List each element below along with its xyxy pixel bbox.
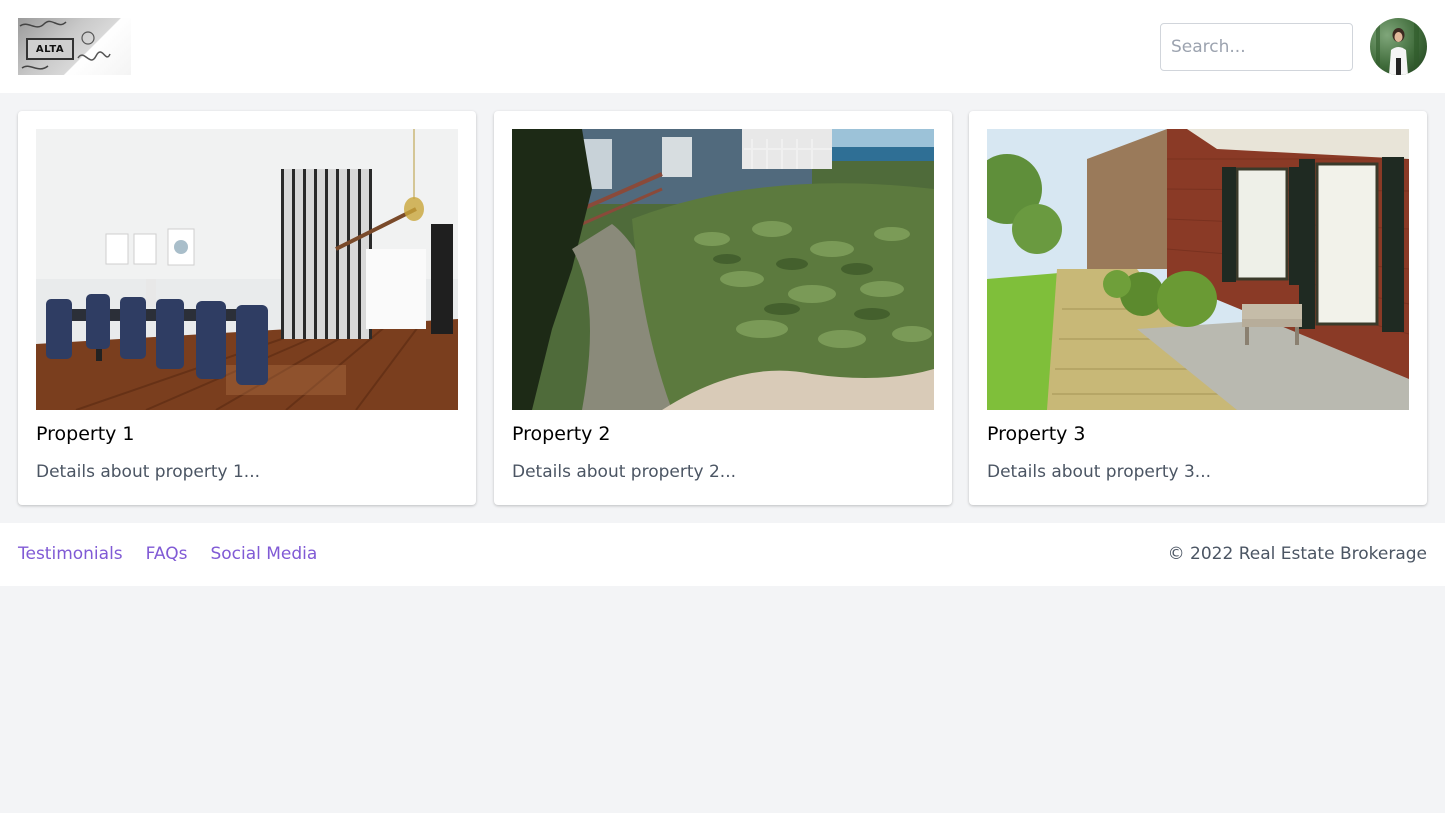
copyright-text: © 2022 Real Estate Brokerage	[1167, 544, 1427, 564]
property-title[interactable]: Property 3	[987, 422, 1086, 446]
footer-nav: Testimonials FAQs Social Media	[18, 543, 317, 565]
property-card[interactable]: Property 3 Details about property 3...	[969, 111, 1427, 505]
property-description: Details about property 1...	[36, 462, 260, 482]
property-image	[512, 129, 934, 410]
property-list: Property 1 Details about property 1... P…	[18, 111, 1427, 505]
property-description: Details about property 2...	[512, 462, 736, 482]
logo[interactable]: ALTA	[18, 18, 131, 75]
search-input[interactable]	[1160, 23, 1353, 71]
property-title[interactable]: Property 1	[36, 422, 135, 446]
property-card[interactable]: Property 1 Details about property 1...	[18, 111, 476, 505]
property-title[interactable]: Property 2	[512, 422, 611, 446]
footer-link-faqs[interactable]: FAQs	[146, 543, 188, 565]
footer-link-testimonials[interactable]: Testimonials	[18, 543, 123, 565]
footer-link-social-media[interactable]: Social Media	[210, 543, 317, 565]
avatar[interactable]	[1370, 18, 1427, 75]
avatar-person-icon	[1376, 18, 1419, 75]
property-card[interactable]: Property 2 Details about property 2...	[494, 111, 952, 505]
site-footer: Testimonials FAQs Social Media © 2022 Re…	[0, 523, 1445, 586]
property-image	[987, 129, 1409, 410]
site-header: ALTA	[0, 0, 1445, 93]
property-description: Details about property 3...	[987, 462, 1211, 482]
property-image	[36, 129, 458, 410]
logo-text: ALTA	[26, 38, 74, 60]
